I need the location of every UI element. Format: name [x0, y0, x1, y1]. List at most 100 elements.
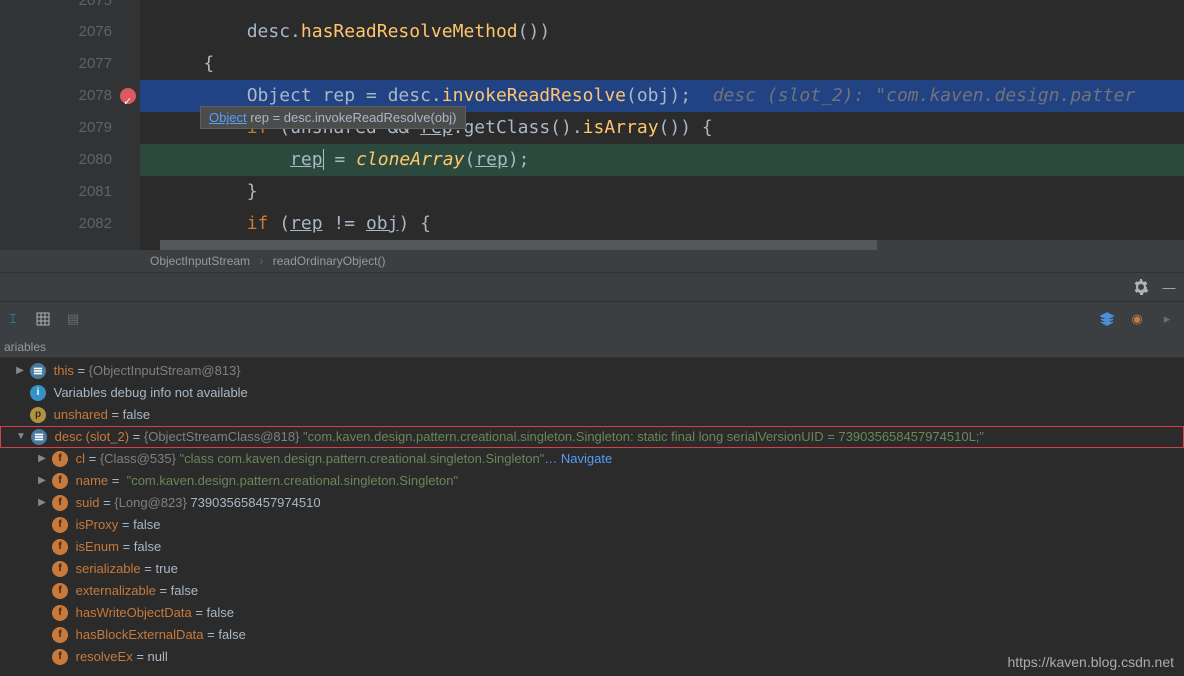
code-line: if (rep != obj) {: [140, 208, 1184, 240]
variable-name: unshared: [50, 404, 108, 426]
debug-toolbar: —: [0, 272, 1184, 302]
f-badge-icon: f: [52, 451, 68, 467]
gear-icon[interactable]: [1132, 278, 1150, 296]
equals-sign: =: [192, 602, 207, 624]
f-badge-icon: f: [52, 539, 68, 555]
line-number: 2082: [0, 208, 140, 240]
variable-row[interactable]: f cl = {Class@535} "class com.kaven.desi…: [0, 448, 1184, 470]
variable-value: 739035658457974510: [187, 492, 321, 514]
variable-string-value: "com.kaven.design.pattern.creational.sin…: [299, 426, 984, 448]
line-number: 2081: [0, 176, 140, 208]
variable-name: name: [72, 470, 108, 492]
variable-value: null: [148, 646, 168, 668]
scrollbar-thumb[interactable]: [160, 240, 877, 250]
variable-string-value: "com.kaven.design.pattern.creational.sin…: [123, 470, 458, 492]
variable-row[interactable]: f suid = {Long@823} 739035658457974510: [0, 492, 1184, 514]
watermark: https://kaven.blog.csdn.net: [1007, 654, 1174, 670]
variable-name: serializable: [72, 558, 141, 580]
variable-row[interactable]: f isEnum = false: [0, 536, 1184, 558]
breadcrumb-item[interactable]: ObjectInputStream: [150, 254, 250, 268]
f-badge-icon: f: [52, 583, 68, 599]
f-badge-icon: f: [52, 649, 68, 665]
target-icon[interactable]: ◉: [1128, 310, 1146, 328]
code-text[interactable]: handles.lookupException(passHandle) == n…: [140, 0, 1184, 250]
variable-row[interactable]: f serializable = true: [0, 558, 1184, 580]
variable-row[interactable]: p unshared = false: [0, 404, 1184, 426]
variable-object-ref: {Class@535}: [100, 448, 176, 470]
variable-object-ref: {Long@823}: [114, 492, 187, 514]
variable-object-ref: {ObjectInputStream@813}: [89, 360, 241, 382]
f-badge-icon: f: [52, 495, 68, 511]
variable-string-value: "class com.kaven.design.pattern.creation…: [176, 448, 544, 470]
line-number: 2079: [0, 112, 140, 144]
line-number[interactable]: 2078: [0, 80, 140, 112]
grid-icon[interactable]: [34, 310, 52, 328]
variable-name: externalizable: [72, 580, 156, 602]
variable-value: false: [134, 536, 161, 558]
variable-name: isProxy: [72, 514, 118, 536]
breadcrumb-separator: ›: [259, 254, 263, 268]
struct-badge-icon: [31, 429, 47, 445]
code-line: desc.hasReadResolveMethod()): [140, 16, 1184, 48]
variable-value: false: [207, 602, 234, 624]
code-line: }: [140, 176, 1184, 208]
expand-arrow-icon[interactable]: [36, 492, 48, 514]
variable-name: hasWriteObjectData: [72, 602, 192, 624]
variable-name: cl: [72, 448, 85, 470]
line-number: 2080: [0, 144, 140, 176]
variable-row[interactable]: f hasWriteObjectData = false: [0, 602, 1184, 624]
stack-icon[interactable]: [1098, 310, 1116, 328]
variable-name: resolveEx: [72, 646, 133, 668]
navigate-link[interactable]: … Navigate: [544, 448, 612, 470]
variable-info-text: Variables debug info not available: [50, 382, 248, 404]
variable-value: true: [155, 558, 177, 580]
debug-view-toolbar: ⌶ ▤ ◉ ▸: [0, 302, 1184, 336]
expand-arrow-icon[interactable]: [36, 470, 48, 492]
code-editor[interactable]: 2075 2076 2077 2078 2079 2080 2081 2082 …: [0, 0, 1184, 250]
variable-name: hasBlockExternalData: [72, 624, 204, 646]
expand-arrow-icon[interactable]: [15, 426, 27, 448]
layout-icon[interactable]: ▤: [64, 310, 82, 328]
line-number: 2075: [0, 0, 140, 16]
variable-name: isEnum: [72, 536, 119, 558]
equals-sign: =: [108, 470, 123, 492]
expand-arrow-icon[interactable]: [14, 360, 26, 382]
variable-value: false: [123, 404, 150, 426]
variable-value: false: [133, 514, 160, 536]
horizontal-scrollbar[interactable]: [160, 240, 1184, 250]
variable-row[interactable]: desc (slot_2) = {ObjectStreamClass@818} …: [0, 426, 1184, 448]
variable-row[interactable]: this = {ObjectInputStream@813}: [0, 360, 1184, 382]
expand-arrow-icon[interactable]: [36, 448, 48, 470]
variable-row[interactable]: f resolveEx = null: [0, 646, 1184, 668]
line-gutter: 2075 2076 2077 2078 2079 2080 2081 2082: [0, 0, 140, 250]
breakpoint-icon[interactable]: [120, 88, 136, 104]
equals-sign: =: [133, 646, 148, 668]
variable-row[interactable]: f externalizable = false: [0, 580, 1184, 602]
equals-sign: =: [204, 624, 219, 646]
breadcrumb[interactable]: ObjectInputStream › readOrdinaryObject(): [0, 250, 1184, 272]
variable-row[interactable]: f isProxy = false: [0, 514, 1184, 536]
variable-row[interactable]: i Variables debug info not available: [0, 382, 1184, 404]
struct-badge-icon: [30, 363, 46, 379]
breadcrumb-item[interactable]: readOrdinaryObject(): [273, 254, 386, 268]
equals-sign: =: [156, 580, 171, 602]
expression-tooltip: Object rep = desc.invokeReadResolve(obj): [200, 106, 466, 129]
variables-panel[interactable]: this = {ObjectInputStream@813}i Variable…: [0, 358, 1184, 676]
equals-sign: =: [119, 536, 134, 558]
equals-sign: =: [85, 448, 100, 470]
equals-sign: =: [129, 426, 144, 448]
code-line: {: [140, 48, 1184, 80]
equals-sign: =: [74, 360, 89, 382]
text-cursor-icon[interactable]: ⌶: [4, 310, 22, 328]
line-number: 2077: [0, 48, 140, 80]
variable-row[interactable]: f name = "com.kaven.design.pattern.creat…: [0, 470, 1184, 492]
equals-sign: =: [141, 558, 156, 580]
equals-sign: =: [108, 404, 123, 426]
variable-row[interactable]: f hasBlockExternalData = false: [0, 624, 1184, 646]
more-icon[interactable]: ▸: [1158, 310, 1176, 328]
variable-name: desc (slot_2): [51, 426, 129, 448]
equals-sign: =: [118, 514, 133, 536]
f-badge-icon: f: [52, 605, 68, 621]
minus-icon[interactable]: —: [1160, 278, 1178, 296]
equals-sign: =: [99, 492, 114, 514]
